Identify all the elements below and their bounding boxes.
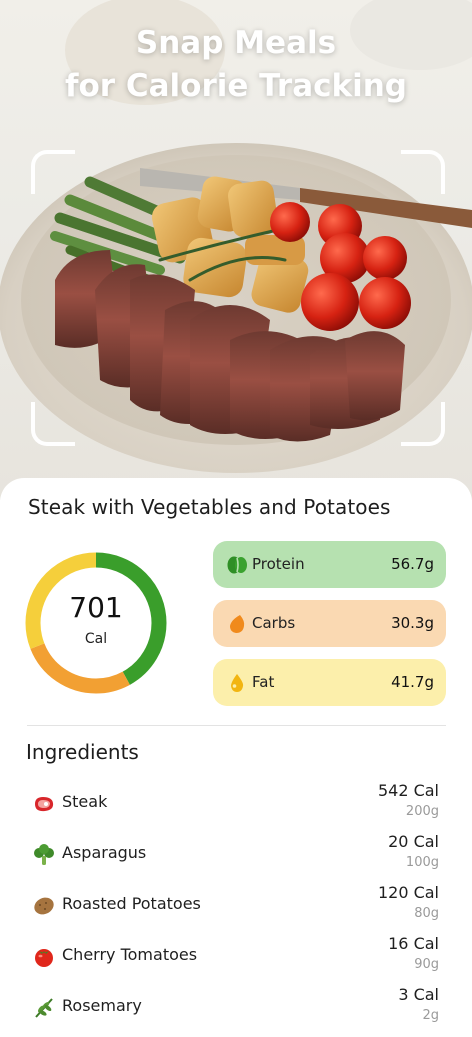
ingredient-calories: 542 Cal	[377, 781, 439, 800]
broccoli-icon	[34, 844, 54, 865]
macro-fat-label: Fat	[252, 673, 275, 691]
headline: Snap Meals for Calorie Tracking	[0, 22, 472, 108]
ingredient-weight: 90g	[414, 957, 439, 972]
ingredient-row-steak: Steak 542 Cal 200g	[0, 781, 472, 833]
meal-title: Steak with Vegetables and Potatoes	[28, 495, 391, 519]
ingredient-row-cherry-tomatoes: Cherry Tomatoes 16 Cal 90g	[0, 934, 472, 986]
ingredient-name: Rosemary	[62, 996, 142, 1015]
headline-line-1: Snap Meals	[135, 25, 337, 61]
meal-photo: Snap Meals for Calorie Tracking	[0, 0, 472, 500]
macro-fat: Fat 41.7g	[213, 659, 446, 706]
ingredient-calories: 120 Cal	[377, 883, 439, 902]
ingredient-weight: 80g	[414, 906, 439, 921]
potato-icon	[34, 897, 54, 915]
herb-icon	[35, 998, 53, 1018]
ingredient-weight: 100g	[405, 855, 439, 870]
ingredient-calories: 16 Cal	[388, 934, 439, 953]
macro-protein-label: Protein	[252, 555, 305, 573]
section-divider	[27, 725, 446, 726]
ingredients-heading: Ingredients	[26, 740, 139, 764]
macro-carbs: Carbs 30.3g	[213, 600, 446, 647]
carbs-drop-icon	[230, 615, 245, 633]
ingredient-name: Asparagus	[62, 843, 147, 862]
macro-protein-value: 56.7g	[391, 555, 434, 573]
protein-bean-icon	[227, 556, 247, 574]
ingredient-weight: 2g	[422, 1008, 439, 1023]
macro-carbs-value: 30.3g	[391, 614, 434, 632]
macro-protein: Protein 56.7g	[213, 541, 446, 588]
scan-frame-corner-top-left	[31, 150, 75, 194]
macro-carbs-label: Carbs	[252, 614, 296, 632]
steak-icon	[35, 797, 54, 812]
tomato-icon	[35, 949, 53, 967]
ingredient-name: Cherry Tomatoes	[62, 945, 198, 964]
ingredient-row-roasted-potatoes: Roasted Potatoes 120 Cal 80g	[0, 883, 472, 935]
headline-line-2: for Calorie Tracking	[64, 68, 407, 104]
scan-frame-corner-bottom-right	[401, 402, 445, 446]
calorie-unit: Cal	[84, 631, 108, 647]
ingredient-row-rosemary: Rosemary 3 Cal 2g	[0, 985, 472, 1037]
ingredient-calories: 20 Cal	[388, 832, 439, 851]
scan-frame-corner-top-right	[401, 150, 445, 194]
ingredient-name: Steak	[62, 792, 108, 811]
fat-drop-icon	[231, 674, 244, 692]
ingredient-weight: 200g	[405, 804, 439, 819]
ingredient-calories: 3 Cal	[398, 985, 439, 1004]
scan-frame-corner-bottom-left	[31, 402, 75, 446]
nutrition-result-sheet: Steak with Vegetables and Potatoes 701 C…	[0, 478, 472, 1024]
macro-fat-value: 41.7g	[391, 673, 434, 691]
calorie-value: 701	[69, 591, 123, 624]
ingredient-name: Roasted Potatoes	[62, 894, 201, 913]
calorie-ring: 701 Cal	[24, 551, 168, 695]
ingredient-row-asparagus: Asparagus 20 Cal 100g	[0, 832, 472, 884]
